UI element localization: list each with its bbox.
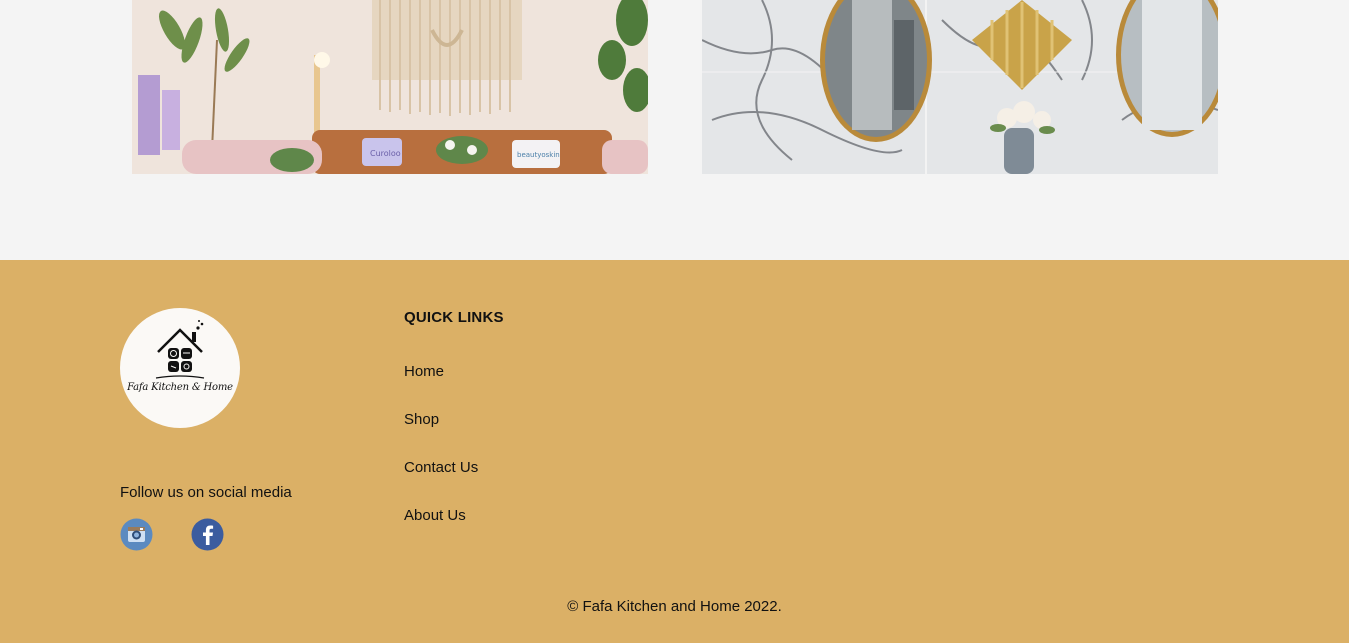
left-pillow-text: Curoloo bbox=[370, 149, 401, 158]
living-room-illustration: Curoloo beautyoskin bbox=[132, 0, 648, 174]
footer-link-shop[interactable]: Shop bbox=[404, 411, 439, 428]
living-room-image[interactable]: Curoloo beautyoskin bbox=[132, 0, 648, 174]
instagram-icon[interactable] bbox=[120, 518, 153, 551]
page: Curoloo beautyoskin Fafa Kitchen & Home … bbox=[0, 0, 1349, 643]
quick-links-title: QUICK LINKS bbox=[404, 309, 504, 326]
gallery-section: Curoloo beautyoskin bbox=[0, 0, 1349, 260]
footer-link-contact-us[interactable]: Contact Us bbox=[404, 459, 478, 476]
house-logo-icon bbox=[155, 320, 205, 379]
site-logo[interactable]: Fafa Kitchen & Home bbox=[120, 308, 240, 428]
right-pillow-text: beautyoskin bbox=[517, 151, 560, 159]
follow-social-label: Follow us on social media bbox=[120, 484, 292, 501]
footer: Fafa Kitchen & Home Follow us on social … bbox=[0, 260, 1349, 643]
copyright-text: © Fafa Kitchen and Home 2022. bbox=[567, 598, 782, 615]
footer-link-home[interactable]: Home bbox=[404, 363, 444, 380]
facebook-icon[interactable] bbox=[191, 518, 224, 551]
bathroom-mirrors-image[interactable] bbox=[702, 0, 1218, 174]
bathroom-illustration bbox=[702, 0, 1218, 174]
logo-text: Fafa Kitchen & Home bbox=[127, 382, 233, 393]
footer-link-about-us[interactable]: About Us bbox=[404, 507, 466, 524]
